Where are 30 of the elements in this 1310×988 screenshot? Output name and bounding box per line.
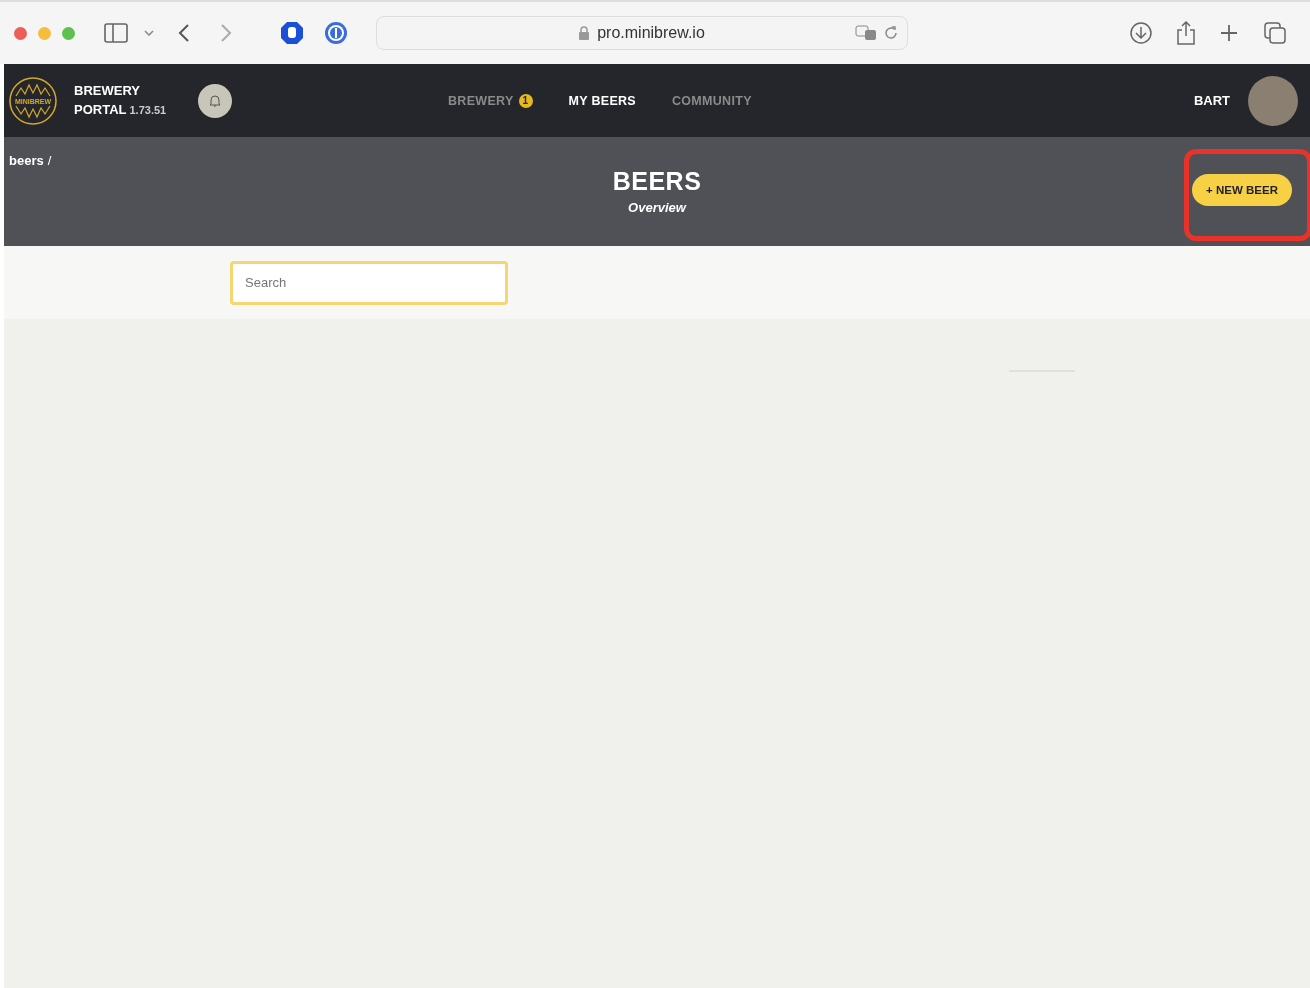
brand-title: BREWERY bbox=[74, 82, 141, 100]
plus-icon[interactable] bbox=[1220, 24, 1238, 42]
brand-subtitle: PORTAL 1.73.51 bbox=[74, 101, 167, 119]
back-icon[interactable] bbox=[178, 23, 190, 43]
close-window-icon[interactable] bbox=[14, 26, 27, 40]
nav-link[interactable]: BREWERY 1 bbox=[448, 93, 533, 108]
breadcrumb[interactable]: beers / bbox=[9, 153, 52, 168]
page-title: BEERS bbox=[612, 167, 702, 196]
new-beer-button[interactable]: + NEW BEER bbox=[1192, 174, 1292, 206]
address-bar[interactable]: pro.minibrew.io bbox=[376, 16, 908, 50]
avatar-placeholder[interactable] bbox=[1248, 75, 1298, 126]
tabs-icon[interactable] bbox=[1264, 22, 1286, 44]
notifications-button[interactable] bbox=[198, 83, 233, 118]
reload-icon[interactable] bbox=[883, 25, 899, 41]
count-badge: 1 bbox=[518, 93, 533, 108]
password-manager-icon[interactable] bbox=[324, 21, 348, 45]
translate-icon[interactable] bbox=[855, 25, 877, 41]
lock-icon bbox=[579, 26, 590, 40]
chevron-down-icon[interactable] bbox=[144, 30, 154, 36]
download-icon[interactable] bbox=[1130, 22, 1152, 44]
stop-hand-icon[interactable] bbox=[280, 21, 304, 45]
url-text: pro.minibrew.io bbox=[597, 24, 705, 42]
sidebar-icon[interactable] bbox=[104, 23, 128, 43]
nav-link[interactable]: COMMUNITY bbox=[672, 93, 752, 108]
share-icon[interactable] bbox=[1176, 21, 1196, 45]
nav-link[interactable]: MY BEERS bbox=[568, 93, 636, 108]
bell-icon bbox=[209, 94, 222, 107]
user-name[interactable]: BART bbox=[1193, 93, 1230, 108]
page-subtitle: Overview bbox=[628, 200, 686, 215]
search-field[interactable]: Search bbox=[230, 260, 508, 305]
